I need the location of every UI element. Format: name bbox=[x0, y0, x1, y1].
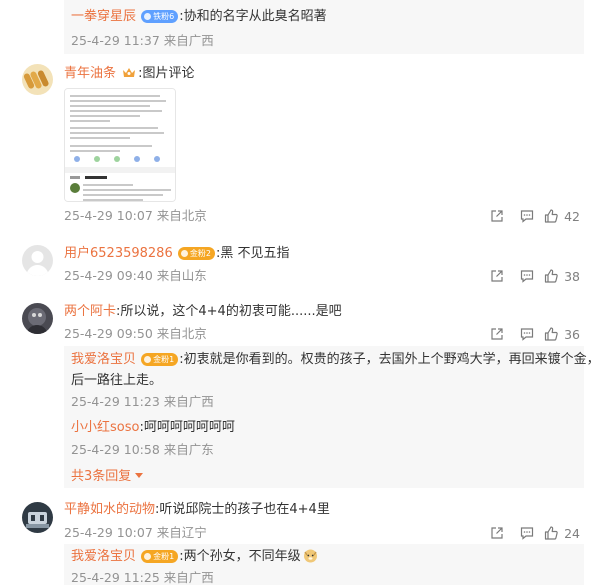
badge-icon bbox=[144, 356, 152, 363]
comment-meta: 25-4-29 10:07 来自北京 bbox=[64, 208, 207, 223]
fan-badge: 金粉1 bbox=[141, 353, 179, 366]
reply-text-line: 小小红soso:呵呵呵呵呵呵呵 bbox=[71, 419, 235, 437]
badge-icon bbox=[144, 553, 152, 560]
share-icon bbox=[491, 527, 503, 539]
thumbs-up-icon bbox=[544, 327, 558, 341]
like-button[interactable]: 36 bbox=[544, 327, 580, 342]
reply-meta: 25-4-29 11:25 来自广西 bbox=[71, 570, 214, 585]
comment-image-thumbnail[interactable] bbox=[64, 88, 176, 202]
more-replies-link[interactable]: 共3条回复 bbox=[71, 468, 144, 486]
comment-item: 平静如水的动物:听说邱院士的孩子也在4+4里 25-4-29 10:07 来自辽… bbox=[0, 498, 600, 544]
comment-header: 用户6523598286 金粉2 :黑 不见五指 bbox=[64, 245, 289, 263]
comment-text: :黑 不见五指 bbox=[215, 246, 290, 261]
reply-text-line: 我爱洛宝贝 金粉1 :两个孙女，不同年级 bbox=[71, 548, 318, 566]
reply-box: 我爱洛宝贝 金粉1 :初衷就是你看到的。权贵的孩子，去国外上个野鸡大学，再回来镀个… bbox=[64, 346, 600, 488]
comment-icon bbox=[520, 328, 534, 341]
comment-text: :所以说，这个4+4的初衷可能......是吧 bbox=[116, 304, 342, 319]
reply-meta: 25-4-29 11:37 来自广西 bbox=[71, 33, 214, 48]
like-button[interactable]: 42 bbox=[544, 209, 580, 224]
reply-meta: 25-4-29 11:23 来自广西 bbox=[71, 394, 214, 409]
fan-badge: 铁粉6 bbox=[141, 10, 179, 23]
comment-meta: 25-4-29 09:40 来自山东 bbox=[64, 268, 207, 283]
thumbs-up-icon bbox=[544, 209, 558, 223]
comment-button[interactable] bbox=[512, 267, 542, 285]
comment-icon bbox=[520, 270, 534, 283]
fan-badge: 金粉2 bbox=[177, 247, 215, 260]
comment-actions: 42 bbox=[482, 207, 580, 225]
reply-username[interactable]: 我爱洛宝贝 bbox=[71, 352, 136, 367]
comment-item: 两个阿卡:所以说，这个4+4的初衷可能......是吧 25-4-29 09:5… bbox=[0, 298, 600, 348]
reply-meta: 25-4-29 10:58 来自广东 bbox=[71, 442, 214, 457]
comment-username[interactable]: 用户6523598286 bbox=[64, 246, 173, 261]
comment-button[interactable] bbox=[512, 207, 542, 225]
like-button[interactable]: 38 bbox=[544, 269, 580, 284]
comment-icon bbox=[520, 527, 534, 540]
reply-text: :呵呵呵呵呵呵呵 bbox=[139, 420, 235, 435]
like-button[interactable]: 24 bbox=[544, 526, 580, 541]
reply-text-continued: 后一路往上走。 bbox=[71, 373, 163, 388]
reply-text-line: 我爱洛宝贝 金粉1 :初衷就是你看到的。权贵的孩子，去国外上个野鸡大学，再回来镀个… bbox=[71, 351, 600, 369]
comment-header: 平静如水的动物:听说邱院士的孩子也在4+4里 bbox=[64, 501, 330, 519]
comment-meta: 25-4-29 10:07 来自辽宁 bbox=[64, 525, 207, 540]
avatar[interactable] bbox=[22, 64, 53, 95]
avatar[interactable] bbox=[22, 303, 53, 334]
comment-header: 青年油条 :图片评论 bbox=[64, 65, 195, 83]
comment-text: :听说邱院士的孩子也在4+4里 bbox=[155, 502, 330, 517]
share-button[interactable] bbox=[482, 267, 512, 285]
like-count: 24 bbox=[564, 525, 580, 541]
avatar[interactable] bbox=[22, 245, 53, 276]
comment-username[interactable]: 青年油条 bbox=[64, 66, 116, 81]
badge-icon bbox=[180, 250, 188, 257]
comment-button[interactable] bbox=[512, 325, 542, 343]
comment-username[interactable]: 平静如水的动物 bbox=[64, 502, 155, 517]
like-count: 38 bbox=[564, 268, 580, 284]
comment-item: 用户6523598286 金粉2 :黑 不见五指 25-4-29 09:40 来自… bbox=[0, 240, 600, 290]
reply-text: :两个孙女，不同年级 bbox=[179, 549, 301, 564]
like-count: 42 bbox=[564, 208, 580, 224]
reply-text-line: 一拳穿星辰 铁粉6 :协和的名字从此臭名昭著 bbox=[71, 8, 327, 26]
badge-label: 铁粉6 bbox=[153, 12, 175, 21]
like-count: 36 bbox=[564, 326, 580, 342]
comment-icon bbox=[520, 210, 534, 223]
badge-label: 金粉1 bbox=[153, 552, 175, 561]
chevron-down-icon bbox=[135, 473, 144, 478]
reply-text: :初衷就是你看到的。权贵的孩子，去国外上个野鸡大学，再回来镀个金，然 bbox=[179, 352, 600, 367]
avatar[interactable] bbox=[22, 502, 53, 533]
badge-label: 金粉1 bbox=[153, 355, 175, 364]
comment-text: :图片评论 bbox=[138, 66, 195, 81]
crown-icon bbox=[123, 68, 136, 77]
comment-username[interactable]: 两个阿卡 bbox=[64, 304, 116, 319]
reply-text: :协和的名字从此臭名昭著 bbox=[179, 9, 327, 24]
comment-actions: 38 bbox=[482, 267, 580, 285]
fan-badge: 金粉1 bbox=[141, 550, 179, 563]
comment-header: 两个阿卡:所以说，这个4+4的初衷可能......是吧 bbox=[64, 303, 342, 321]
doge-emoji-icon bbox=[303, 549, 317, 563]
share-icon bbox=[491, 210, 503, 222]
more-replies-label: 共3条回复 bbox=[71, 469, 132, 484]
reply-username[interactable]: 小小红soso bbox=[71, 420, 139, 435]
share-button[interactable] bbox=[482, 524, 512, 542]
comment-button[interactable] bbox=[512, 524, 542, 542]
reply-username[interactable]: 我爱洛宝贝 bbox=[71, 549, 136, 564]
share-icon bbox=[491, 270, 503, 282]
thumbs-up-icon bbox=[544, 269, 558, 283]
reply-box: 我爱洛宝贝 金粉1 :两个孙女，不同年级 25-4-29 11:25 来自广西 bbox=[64, 544, 584, 585]
comment-actions: 24 bbox=[482, 524, 580, 542]
reply-username[interactable]: 一拳穿星辰 bbox=[71, 9, 136, 24]
share-icon bbox=[491, 328, 503, 340]
comment-meta: 25-4-29 09:50 来自北京 bbox=[64, 326, 207, 341]
share-button[interactable] bbox=[482, 207, 512, 225]
comment-actions: 36 bbox=[482, 325, 580, 343]
thumbs-up-icon bbox=[544, 526, 558, 540]
badge-icon bbox=[144, 13, 152, 20]
badge-label: 金粉2 bbox=[189, 249, 211, 258]
reply-box-top: 一拳穿星辰 铁粉6 :协和的名字从此臭名昭著 25-4-29 11:37 来自广西 bbox=[64, 0, 584, 54]
share-button[interactable] bbox=[482, 325, 512, 343]
